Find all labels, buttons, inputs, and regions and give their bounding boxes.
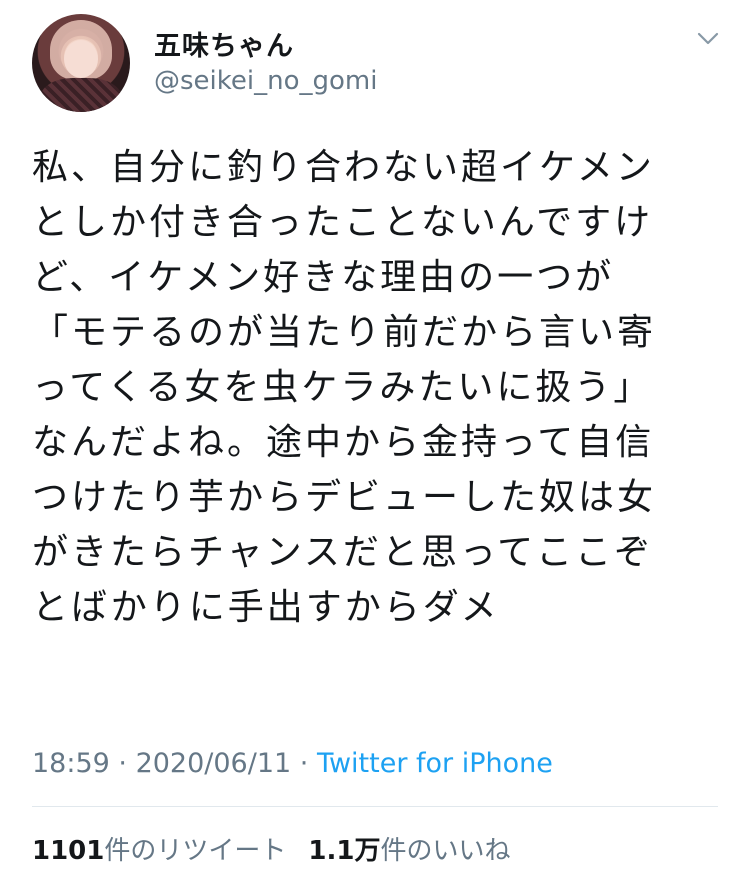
tweet-line: ってくる女を虫ケラみたいに扱う」	[32, 367, 653, 408]
divider	[32, 806, 718, 807]
tweet-line: とばかりに手出すからダメ	[32, 587, 500, 628]
tweet-stats: 1101件のリツイート 1.1万件のいいね	[32, 830, 510, 867]
tweet-time[interactable]: 18:59	[32, 748, 110, 779]
avatar[interactable]	[32, 14, 130, 112]
tweet-line: がきたらチャンスだと思ってここぞ	[32, 532, 654, 573]
meta-separator: ·	[109, 748, 136, 779]
likes-label: 件のいいね	[380, 836, 511, 866]
retweets-label: 件のリツイート	[104, 836, 287, 866]
tweet-line: 「モテるのが当たり前だから言い寄	[32, 312, 657, 353]
tweet-line: なんだよね。途中から金持って自信	[32, 422, 655, 463]
tweet-line: つけたり芋からデビューした奴は女	[32, 477, 657, 518]
avatar-body	[40, 78, 122, 112]
chevron-down-icon[interactable]	[696, 30, 720, 48]
tweet-date[interactable]: 2020/06/11	[136, 748, 292, 779]
tweet-meta: 18:59 · 2020/06/11 · Twitter for iPhone	[32, 748, 553, 779]
tweet-header: 五味ちゃん @seikei_no_gomi	[32, 14, 722, 114]
tweet-text: 私、自分に釣り合わない超イケメン としか付き合ったことないんですけ ど、イケメン…	[32, 140, 712, 635]
likes-count: 1.1万	[308, 836, 381, 866]
user-handle[interactable]: @seikei_no_gomi	[154, 66, 377, 96]
tweet-source-link[interactable]: Twitter for iPhone	[317, 748, 553, 779]
retweets-stat[interactable]: 1101件のリツイート	[32, 836, 286, 866]
meta-separator: ·	[291, 748, 317, 779]
tweet-line: ど、イケメン好きな理由の一つが	[32, 257, 615, 298]
avatar-face	[64, 40, 98, 78]
retweets-count: 1101	[32, 836, 105, 866]
tweet-line: としか付き合ったことないんですけ	[32, 202, 654, 243]
likes-stat[interactable]: 1.1万件のいいね	[308, 836, 510, 866]
display-name[interactable]: 五味ちゃん	[154, 24, 294, 63]
tweet-line: 私、自分に釣り合わない超イケメン	[32, 147, 655, 188]
